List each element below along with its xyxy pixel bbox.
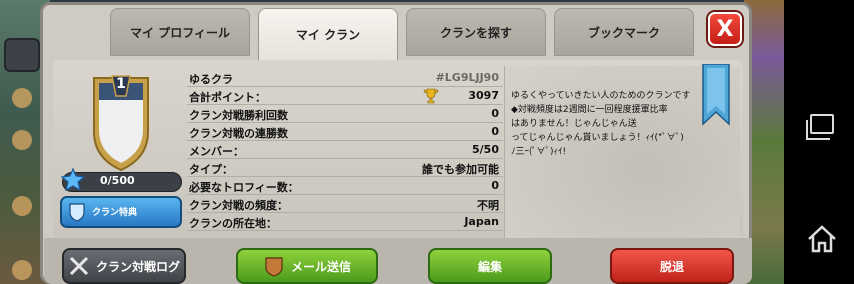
leave-button[interactable]: 脱退: [610, 248, 734, 284]
clan-perks-button[interactable]: クラン特典: [60, 196, 182, 228]
info-label: クラン対戦の連勝数: [189, 127, 288, 140]
description-line: ゆるくやっていきたい人のためのクランです: [511, 91, 691, 101]
info-value: 0: [491, 125, 499, 138]
info-value: Japan: [464, 215, 499, 228]
tab-label: ブックマーク: [587, 25, 660, 40]
bookmark-icon[interactable]: [701, 64, 731, 126]
info-label: クランの所在地：: [189, 217, 277, 230]
info-value: 5/50: [472, 143, 499, 156]
side-unit-icon: [12, 260, 32, 280]
description-line: はありません！じゃんじゃん送: [511, 119, 637, 129]
info-value: 3097: [468, 89, 499, 102]
clan-tag: #LG9LJJ90: [435, 71, 499, 84]
clan-mail-icon: [265, 257, 283, 277]
clan-perks-label: クラン特典: [92, 208, 138, 218]
info-row: メンバー： 5/50: [187, 142, 503, 159]
leave-label: 脱退: [659, 259, 684, 274]
clan-name-row: ゆるクラ #LG9LJJ90: [187, 70, 503, 87]
tab-label: マイ クラン: [295, 28, 361, 42]
info-label: クラン対戦勝利回数: [189, 109, 288, 122]
clan-level: 1: [116, 76, 126, 92]
clan-xp-text: 0/500: [100, 174, 135, 187]
info-row: クラン対戦の連勝数 0: [187, 124, 503, 141]
edit-button[interactable]: 編集: [428, 248, 552, 284]
info-value: 誰でも参加可能: [422, 163, 499, 176]
home-icon[interactable]: [806, 224, 838, 254]
tab-bookmarks[interactable]: ブックマーク: [554, 8, 694, 56]
recent-apps-icon[interactable]: [806, 114, 834, 140]
xp-star-icon: [61, 168, 85, 192]
info-label: 合計ポイント：: [189, 91, 266, 104]
tab-my-clan[interactable]: マイ クラン: [258, 8, 398, 60]
info-row: 合計ポイント： 3097: [187, 88, 503, 105]
shield-icon: [69, 203, 85, 222]
clan-name: ゆるクラ: [189, 73, 233, 86]
info-row: 必要なトロフィー数： 0: [187, 178, 503, 195]
info-label: 必要なトロフィー数：: [189, 181, 299, 194]
info-row: クラン対戦の頻度： 不明: [187, 196, 503, 213]
send-mail-button[interactable]: メール送信: [236, 248, 378, 284]
side-unit-icon: [12, 130, 32, 150]
description-line: ってじゃんじゃん貰いましょう！ｨｲ(*ﾟ∀ﾟ): [511, 133, 684, 143]
info-value: 0: [491, 107, 499, 120]
side-unit-icon: [12, 196, 32, 216]
info-row: クラン対戦勝利回数 0: [187, 106, 503, 123]
trophy-icon: [423, 88, 439, 104]
tab-label: マイ プロフィール: [130, 25, 230, 40]
description-line: ﾉ三ｰ(ﾟ∀ﾟ)ｨｲ!: [511, 147, 567, 157]
info-row: タイプ： 誰でも参加可能: [187, 160, 503, 177]
close-icon: X: [716, 16, 734, 42]
tab-label: クランを探す: [439, 25, 512, 40]
war-log-label: クラン対戦ログ: [95, 259, 180, 274]
crossed-swords-icon: [69, 256, 89, 276]
war-log-button[interactable]: クラン対戦ログ: [62, 248, 186, 284]
info-value: 不明: [477, 199, 499, 212]
close-button[interactable]: X: [708, 12, 742, 46]
info-label: クラン対戦の頻度：: [189, 199, 288, 212]
edit-label: 編集: [477, 259, 502, 274]
side-sword-icon: [12, 88, 32, 108]
side-menu-button[interactable]: [4, 38, 40, 72]
info-row: クランの所在地： Japan: [187, 214, 503, 231]
description-line: ◆対戦頻度は2週間に一回程度援軍比率: [511, 105, 668, 115]
info-label: メンバー：: [189, 145, 244, 158]
tab-search-clans[interactable]: クランを探す: [406, 8, 546, 56]
clan-info-table: ゆるクラ #LG9LJJ90 合計ポイント： 3097 クラン対戦勝利回数 0 …: [187, 70, 503, 232]
info-label: タイプ：: [189, 163, 233, 176]
tab-my-profile[interactable]: マイ プロフィール: [110, 8, 250, 56]
info-value: 0: [491, 179, 499, 192]
send-mail-label: メール送信: [290, 259, 351, 274]
